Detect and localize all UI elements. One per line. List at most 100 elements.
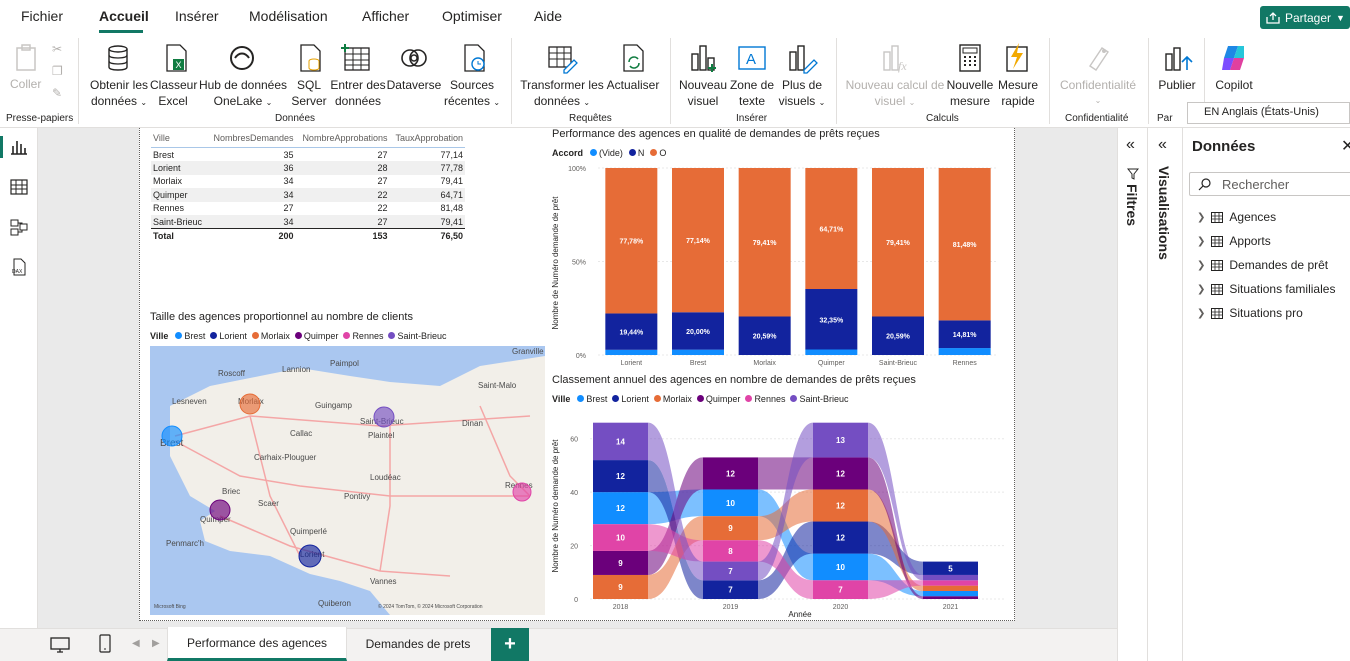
page-tab-performance[interactable]: Performance des agences <box>167 627 347 661</box>
menu-inserer[interactable]: Insérer <box>175 8 219 24</box>
table-item[interactable]: ❯ Situations pro <box>1197 306 1303 320</box>
more-visuals-button[interactable]: Plus de visuels ⌄ <box>776 77 828 111</box>
map-bubble[interactable] <box>298 544 322 568</box>
cut-icon[interactable]: ✂ <box>52 42 62 56</box>
model-view-icon[interactable] <box>10 218 28 236</box>
map-bubble[interactable] <box>239 393 261 415</box>
get-data-button[interactable]: Obtenir les données ⌄ <box>89 77 149 111</box>
column-header-1[interactable]: NombresDemandes <box>206 130 296 148</box>
ribbon-band[interactable] <box>758 457 813 490</box>
legend-item[interactable]: (Vide) <box>590 148 623 158</box>
table-view-icon[interactable] <box>10 178 28 196</box>
bar-segment[interactable] <box>605 349 658 355</box>
menu-modelisation[interactable]: Modélisation <box>249 8 328 24</box>
table-item[interactable]: ❯ Demandes de prêt <box>1197 258 1328 272</box>
new-visual-button[interactable]: Nouveau visuel <box>678 77 728 109</box>
legend-item[interactable]: Brest <box>577 394 607 404</box>
table-row[interactable]: Brest 35 27 77,14 <box>151 148 465 162</box>
legend-item[interactable]: Lorient <box>210 331 247 341</box>
ribbon-segment[interactable] <box>923 580 978 586</box>
mobile-layout-icon[interactable] <box>98 634 112 654</box>
text-box-button[interactable]: Zone de texte <box>728 77 776 109</box>
agencies-table-visual[interactable]: Ville NombresDemandes NombreApprobations Ta… <box>151 130 465 242</box>
legend-item[interactable]: Morlaix <box>653 394 692 404</box>
column-header-2[interactable]: NombreApprobations <box>295 130 390 148</box>
share-button[interactable]: Partager ▼ <box>1260 6 1350 29</box>
visualizations-pane-collapsed[interactable]: « Visualisations <box>1148 128 1183 661</box>
dataverse-button[interactable]: Dataverse <box>386 77 442 93</box>
new-measure-button[interactable]: Nouvelle mesure <box>944 77 996 109</box>
ribbon-band[interactable] <box>868 580 923 599</box>
report-view-icon[interactable] <box>10 138 28 156</box>
format-painter-icon[interactable]: ✎ <box>52 86 62 100</box>
sensitivity-button[interactable]: Confidentialité ⌄ <box>1056 77 1140 109</box>
menu-afficher[interactable]: Afficher <box>362 8 409 24</box>
add-page-button[interactable]: + <box>491 628 529 661</box>
sql-server-button[interactable]: SQL Server <box>290 77 328 109</box>
legend-item[interactable]: Quimper <box>696 394 740 404</box>
legend-item[interactable]: Morlaix <box>251 331 290 341</box>
legend-item[interactable]: Saint-Brieuc <box>388 331 447 341</box>
bar-segment[interactable] <box>672 349 724 355</box>
scroll-left-icon[interactable]: ◀ <box>132 638 140 649</box>
new-visual-calc-button[interactable]: Nouveau calcul de visuel ⌄ <box>844 77 946 111</box>
map-bubble[interactable] <box>209 499 231 521</box>
table-row[interactable]: Morlaix 34 27 79,41 <box>151 175 465 189</box>
transform-data-button[interactable]: Transformer les données ⌄ <box>520 77 604 111</box>
legend-item[interactable]: Brest <box>175 331 205 341</box>
legend-item[interactable]: Quimper <box>294 331 338 341</box>
map-bubble[interactable] <box>512 482 532 502</box>
table-row[interactable]: Saint-Brieuc 34 27 79,41 <box>151 215 465 229</box>
legend-item[interactable]: N <box>628 148 644 158</box>
menu-accueil[interactable]: Accueil <box>99 8 149 24</box>
excel-workbook-button[interactable]: Classeur Excel <box>150 77 197 109</box>
table-item[interactable]: ❯ Situations familiales <box>1197 282 1335 296</box>
copilot-button[interactable]: Copilot <box>1208 77 1260 93</box>
menu-optimiser[interactable]: Optimiser <box>442 8 502 24</box>
bar-segment[interactable] <box>805 349 858 355</box>
dax-query-view-icon[interactable]: DAX <box>10 258 28 276</box>
map-visual[interactable]: Granville Roscoff Lannion Paimpol Saint-Malo… <box>150 346 545 615</box>
column-header-3[interactable]: TauxApprobation <box>389 130 465 148</box>
expand-chevron-icon[interactable]: « <box>1158 136 1167 154</box>
legend-item[interactable]: Rennes <box>343 331 383 341</box>
legend-item[interactable]: Rennes <box>745 394 785 404</box>
dataverse-label: Dataverse <box>386 78 442 92</box>
ribbon-segment[interactable] <box>923 574 978 581</box>
filters-pane-collapsed[interactable]: « Filtres <box>1117 128 1148 661</box>
bar-chart-plot[interactable]: Nombre de Numéro demande de prêt 100% 50% 0… <box>550 158 1010 374</box>
search-input[interactable]: Rechercher <box>1222 177 1289 192</box>
map-bubble[interactable] <box>373 406 395 428</box>
enter-data-button[interactable]: Entrer des données <box>330 77 386 109</box>
search-box[interactable]: Rechercher <box>1189 172 1350 196</box>
column-header-0[interactable]: Ville <box>151 130 207 148</box>
ribbon-segment[interactable] <box>923 585 978 591</box>
legend-item[interactable]: Lorient <box>612 394 649 404</box>
page-tab-demandes[interactable]: Demandes de prets <box>348 627 488 661</box>
menu-fichier[interactable]: Fichier <box>21 8 63 24</box>
map-bubble[interactable] <box>161 425 183 447</box>
expand-chevron-icon[interactable]: « <box>1126 136 1135 154</box>
desktop-layout-icon[interactable] <box>50 636 70 654</box>
bar-segment[interactable] <box>938 348 991 355</box>
legend-item[interactable]: O <box>650 148 666 158</box>
table-item[interactable]: ❯ Agences <box>1197 210 1276 224</box>
close-icon[interactable]: ✕ <box>1341 136 1350 156</box>
ribbon-segment[interactable] <box>923 596 978 599</box>
table-row[interactable]: Lorient 36 28 77,78 <box>151 161 465 175</box>
onelake-hub-button[interactable]: Hub de données OneLake ⌄ <box>198 77 288 111</box>
legend-item[interactable]: Saint-Brieuc <box>790 394 849 404</box>
ribbon-chart-plot[interactable]: Nombre de Numéro demande de prêt 60 40 20 0 1… <box>550 406 1010 618</box>
paste-button[interactable]: Coller <box>10 76 41 92</box>
table-row[interactable]: Rennes 27 22 81,48 <box>151 202 465 216</box>
recent-sources-button[interactable]: Sources récentes ⌄ <box>443 77 501 111</box>
copy-icon[interactable]: ❐ <box>52 64 63 78</box>
table-row[interactable]: Quimper 34 22 64,71 <box>151 188 465 202</box>
quick-measure-button[interactable]: Mesure rapide <box>996 77 1040 109</box>
publish-button[interactable]: Publier <box>1154 77 1200 93</box>
menu-aide[interactable]: Aide <box>534 8 562 24</box>
table-item[interactable]: ❯ Apports <box>1197 234 1271 248</box>
ribbon-segment[interactable] <box>923 590 978 597</box>
scroll-right-icon[interactable]: ▶ <box>152 638 160 649</box>
refresh-button[interactable]: Actualiser <box>604 77 662 93</box>
